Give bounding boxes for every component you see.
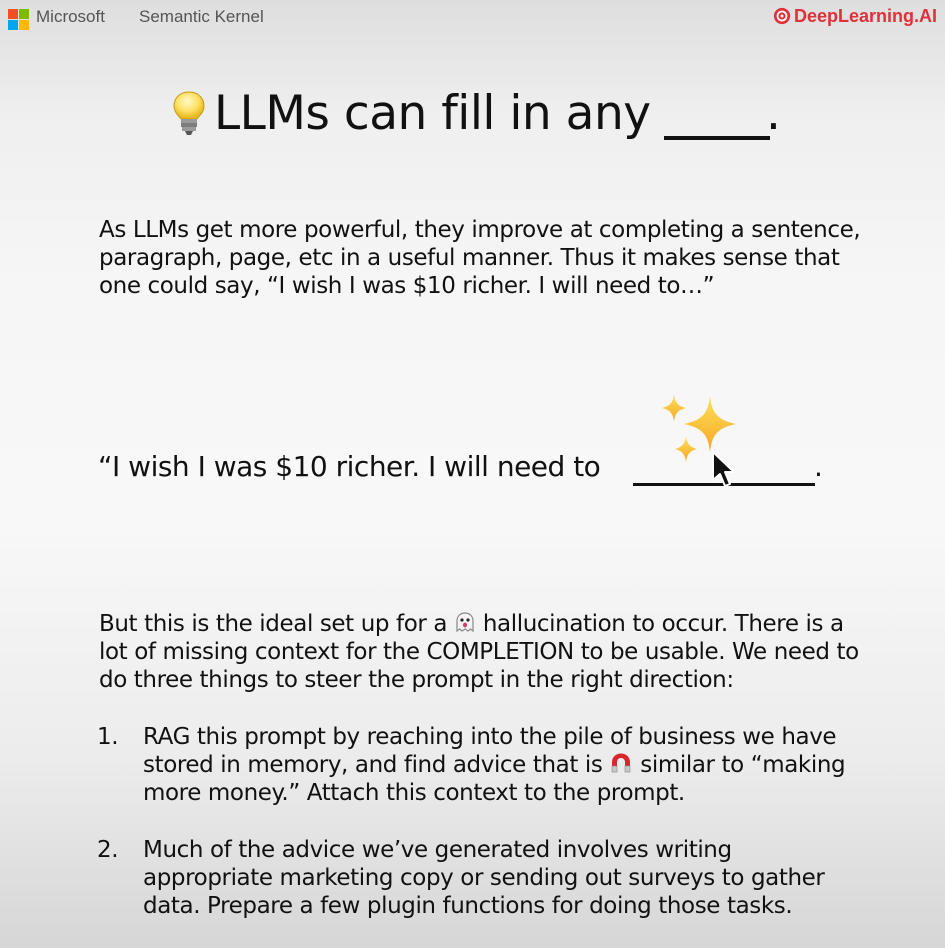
list-text: RAG this prompt by reaching into the pil…	[143, 723, 846, 807]
list-line: Much of the advice we’ve generated invol…	[143, 837, 732, 863]
deeplearning-wordmark: DeepLearning.AI	[793, 5, 937, 26]
body-line: do three things to steer the prompt in t…	[99, 667, 734, 693]
intro-line: paragraph, page, etc in a useful manner.…	[99, 245, 840, 271]
ghost-icon	[456, 612, 474, 633]
body-paragraph: But this is the ideal set up for a hallu…	[99, 610, 859, 694]
completion-quote: “I wish I was $10 richer. I will need to	[98, 450, 601, 483]
list-text: Much of the advice we’ve generated invol…	[143, 836, 825, 920]
body-line: But this is the ideal set up for a hallu…	[99, 610, 859, 638]
microsoft-brand: Microsoft	[36, 7, 105, 26]
list-number: 2.	[97, 837, 119, 863]
slide-title-row: LLMs can fill in any .	[0, 86, 945, 156]
body-line1-pre: But this is the ideal set up for a	[99, 611, 448, 637]
intro-paragraph: As LLMs get more powerful, they improve …	[99, 216, 861, 300]
list-number: 1.	[97, 724, 119, 750]
title-period: .	[766, 86, 781, 141]
body-line: lot of missing context for the COMPLETIO…	[99, 639, 859, 665]
intro-line: one could say, “I wish I was $10 richer.…	[99, 273, 715, 299]
deeplearning-logo-icon	[773, 7, 791, 25]
microsoft-logo-icon	[8, 9, 30, 31]
list-line: appropriate marketing copy or sending ou…	[143, 865, 825, 891]
magnet-icon	[612, 753, 631, 773]
list-line: more money.” Attach this context to the …	[143, 780, 685, 806]
list-line: RAG this prompt by reaching into the pil…	[143, 724, 837, 750]
quote-row: “I wish I was $10 richer. I will need to…	[98, 450, 858, 510]
body-line1-post: hallucination to occur. There is a	[482, 611, 844, 637]
product-name: Semantic Kernel	[139, 7, 264, 26]
mouse-pointer-icon	[712, 451, 735, 487]
title-blank-line	[664, 136, 770, 140]
header-bar: Microsoft Semantic Kernel DeepLearning.A…	[0, 0, 945, 36]
lightbulb-icon	[173, 91, 205, 135]
quote-period: .	[814, 450, 823, 483]
list-line: data. Prepare a few plugin functions for…	[143, 893, 793, 919]
list-line-pre: stored in memory, and find advice that i…	[143, 752, 603, 778]
list-line: stored in memory, and find advice that i…	[143, 751, 846, 779]
deeplearning-brand: DeepLearning.AI	[773, 4, 937, 28]
intro-line: As LLMs get more powerful, they improve …	[99, 217, 861, 243]
list-line-post: similar to “making	[640, 752, 846, 778]
slide-title: LLMs can fill in any	[214, 86, 651, 141]
